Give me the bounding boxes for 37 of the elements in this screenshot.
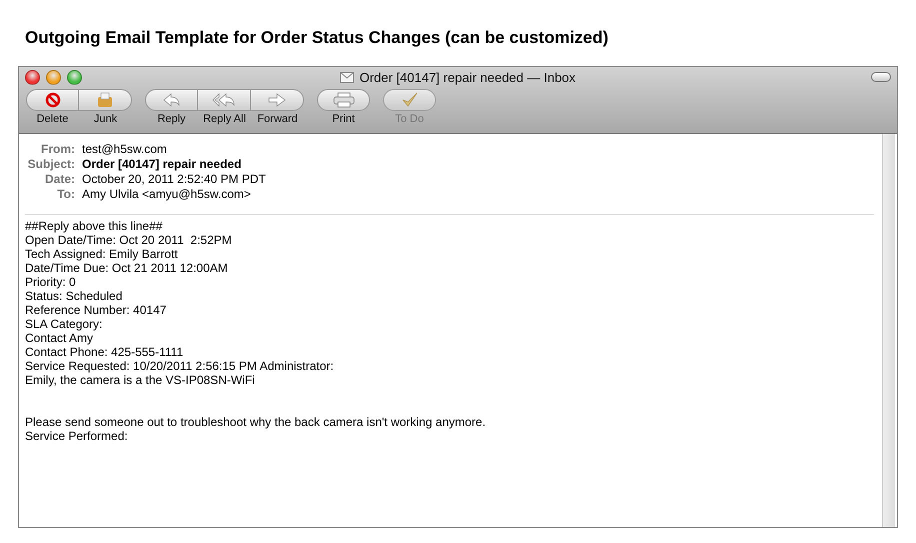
message-line: Open Date/Time: Oct 20 2011 2:52PM	[25, 233, 233, 247]
message-line: Service Requested: 10/20/2011 2:56:15 PM Administrator:	[25, 359, 335, 373]
printer-icon	[332, 92, 354, 108]
header-value: October 20, 2011 2:52:40 PM PDT	[82, 172, 266, 187]
message-line: Tech Assigned: Emily Barrott	[25, 247, 179, 261]
message-line: Priority: 0	[25, 275, 77, 289]
envelope-icon	[340, 72, 354, 82]
window-title: Order [40147] repair needed — Inbox	[359, 70, 576, 84]
close-icon[interactable]	[25, 70, 40, 84]
message-line: ##Reply above this line##	[25, 219, 164, 233]
header-label: To:	[56, 187, 75, 202]
reply-arrow-icon	[162, 93, 180, 107]
scrollbar[interactable]	[882, 134, 895, 527]
header-label: Subject:	[26, 157, 75, 172]
message-line: Status: Scheduled	[25, 289, 124, 303]
header-value: Order [40147] repair needed	[82, 157, 242, 172]
zoom-icon[interactable]	[67, 70, 82, 84]
message-line: Reference Number: 40147	[25, 303, 168, 317]
reply-all-arrows-icon	[212, 93, 236, 107]
message-line: Contact Amy	[25, 331, 94, 345]
message-line: SLA Category:	[25, 317, 104, 331]
junk-bag-icon	[96, 92, 114, 108]
message-line: Emily, the camera is a the VS-IP08SN-WiFi	[25, 373, 256, 387]
minimize-icon[interactable]	[46, 70, 61, 84]
forward-arrow-icon	[268, 93, 286, 107]
message-line: Please send someone out to troubleshoot why the back camera isn't working anymore.	[25, 415, 487, 429]
message-line: Date/Time Due: Oct 21 2011 12:00AM	[25, 261, 229, 275]
header-label: From:	[40, 142, 75, 157]
capsule-icon	[871, 72, 891, 82]
checkmark-icon	[400, 92, 418, 108]
no-entry-icon	[44, 92, 60, 108]
header-label: Date:	[44, 172, 75, 187]
header-value: Amy Ulvila <amyu@h5sw.com>	[82, 187, 252, 202]
page-heading: Outgoing Email Template for Order Status Changes (can be customized)	[25, 28, 610, 48]
header-value: test@h5sw.com	[82, 142, 168, 157]
message-line: Service Performed:	[25, 429, 129, 443]
message-line: Contact Phone: 425-555-1111	[25, 345, 184, 359]
